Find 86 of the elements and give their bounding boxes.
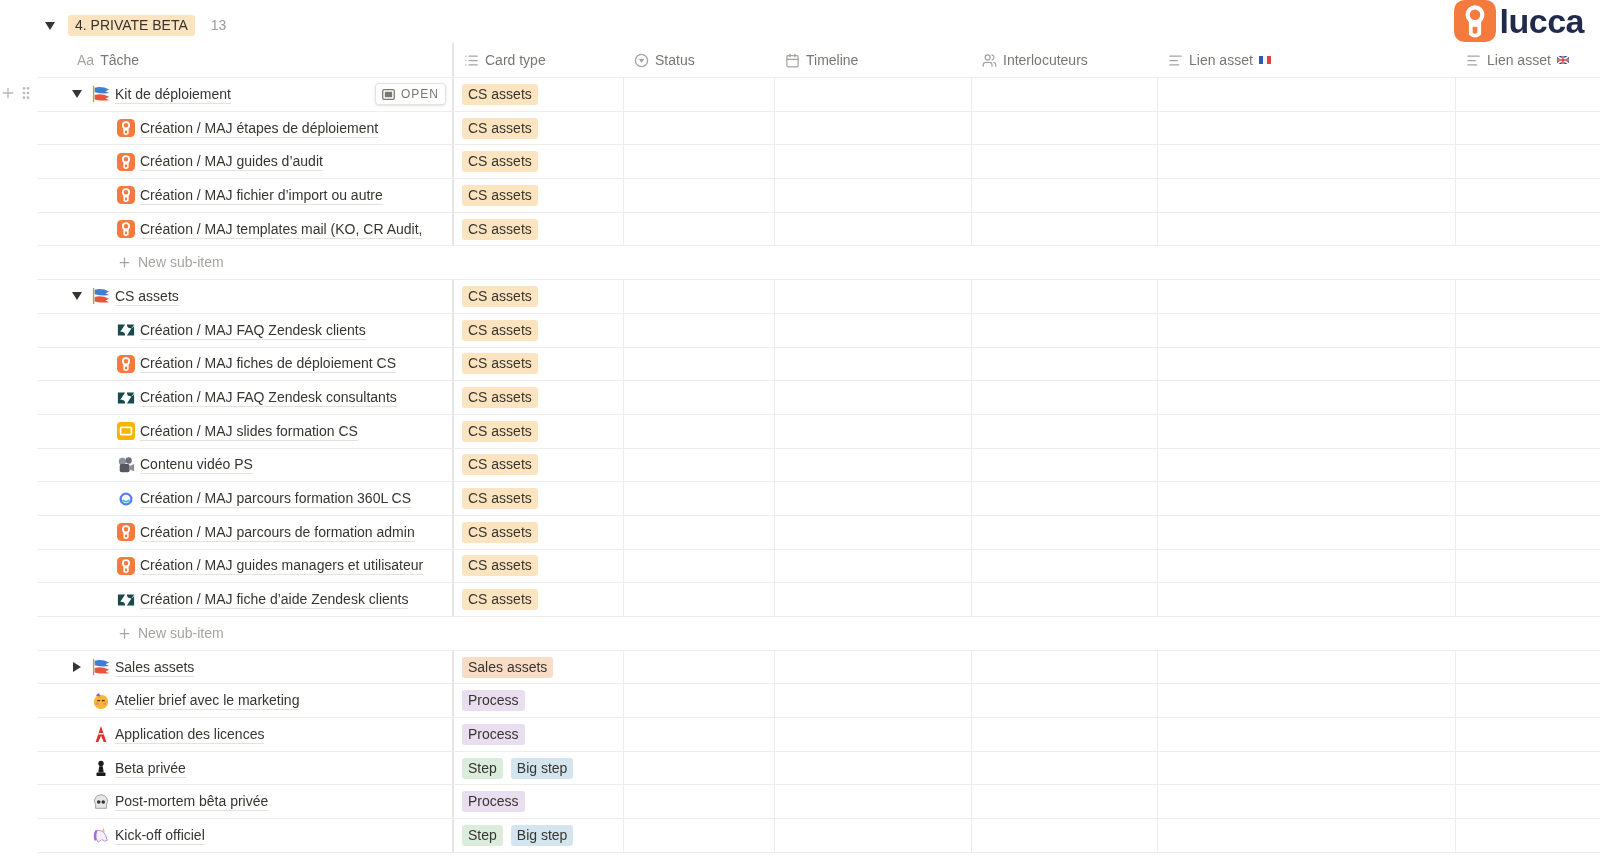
caret-icon[interactable] <box>72 89 82 100</box>
plus-icon <box>117 625 132 641</box>
film-camera-icon <box>117 455 135 474</box>
skull-icon <box>92 792 110 811</box>
tag: Sales assets <box>462 656 554 678</box>
tag: CS assets <box>462 285 538 307</box>
french-flag-icon <box>1258 56 1271 64</box>
task-title[interactable]: Création / MAJ parcours de formation admin <box>140 522 415 542</box>
tag: Big step <box>510 757 574 779</box>
caret-icon[interactable] <box>72 662 82 673</box>
lucca-logo-icon <box>117 186 135 205</box>
task-title[interactable]: Création / MAJ fiche d’aide Zendesk clients <box>140 590 409 610</box>
tag: CS assets <box>462 83 538 105</box>
text-lines-icon <box>1466 52 1481 68</box>
calendar-icon <box>785 52 800 68</box>
caret-icon[interactable] <box>72 291 82 302</box>
task-title[interactable]: Atelier brief avec le marketing <box>115 691 300 711</box>
tag: CS assets <box>462 353 538 375</box>
group-label: 4. PRIVATE BETA <box>68 15 195 36</box>
text-type-icon: Aa <box>77 49 95 71</box>
slides-icon <box>117 422 135 441</box>
carp-streamer-icon <box>92 658 110 677</box>
task-title[interactable]: Création / MAJ fiches de déploiement CS <box>140 354 396 374</box>
lucca-logo-icon <box>117 119 135 138</box>
task-title[interactable]: Kit de déploiement <box>115 84 231 104</box>
task-title[interactable]: Kick-off officiel <box>115 825 205 845</box>
column-header[interactable]: Card type <box>485 49 546 71</box>
list-icon <box>464 52 479 68</box>
panel-icon <box>382 88 395 100</box>
carp-streamer-icon <box>92 85 110 104</box>
lucca-logo-icon <box>117 556 135 575</box>
people-icon <box>982 52 997 68</box>
task-title[interactable]: Création / MAJ guides d’audit <box>140 152 323 172</box>
tag: Step <box>462 824 503 846</box>
unicorn-icon <box>92 826 110 845</box>
status-icon <box>634 52 649 68</box>
lucca-logo-icon <box>117 220 135 239</box>
tag: CS assets <box>462 454 538 476</box>
tag: CS assets <box>462 151 538 173</box>
british-flag-icon <box>1556 56 1569 64</box>
column-header[interactable]: Status <box>655 49 695 71</box>
tag: CS assets <box>462 218 538 240</box>
tag: Step <box>462 757 503 779</box>
task-title[interactable]: Contenu vidéo PS <box>140 455 253 475</box>
tag: CS assets <box>462 420 538 442</box>
lucca-logo-icon <box>117 354 135 373</box>
tag: CS assets <box>462 555 538 577</box>
tag: CS assets <box>462 319 538 341</box>
task-title[interactable]: CS assets <box>115 286 179 306</box>
tag: Process <box>462 690 525 712</box>
tag: CS assets <box>462 117 538 139</box>
task-title[interactable]: Création / MAJ slides formation CS <box>140 421 358 441</box>
task-title[interactable]: Création / MAJ guides managers et utilisateur <box>140 556 424 576</box>
task-title[interactable]: Sales assets <box>115 657 195 677</box>
group-count: 13 <box>210 16 227 35</box>
text-lines-icon <box>1168 52 1183 68</box>
lucca-logo-icon <box>117 152 135 171</box>
task-title[interactable]: Application des licences <box>115 724 265 744</box>
column-header[interactable]: Lien asset <box>1487 49 1551 71</box>
tag: CS assets <box>462 589 538 611</box>
tag: Process <box>462 723 525 745</box>
plus-icon <box>117 255 132 271</box>
open-button[interactable]: OPEN <box>375 83 446 105</box>
tag: CS assets <box>462 387 538 409</box>
task-title[interactable]: Création / MAJ fichier d’import ou autre <box>140 185 383 205</box>
column-header[interactable]: Interlocuteurs <box>1003 49 1088 71</box>
tag: CS assets <box>462 184 538 206</box>
party-face-icon <box>92 691 110 710</box>
tag: Big step <box>510 824 574 846</box>
task-title[interactable]: Beta privée <box>115 758 186 778</box>
lucca-logo-icon <box>117 523 135 542</box>
tag: Process <box>462 791 525 813</box>
task-title[interactable]: Création / MAJ FAQ Zendesk consultants <box>140 388 397 408</box>
tag: CS assets <box>462 521 538 543</box>
tag: CS assets <box>462 488 538 510</box>
task-title[interactable]: Création / MAJ étapes de déploiement <box>140 118 379 138</box>
task-title[interactable]: Création / MAJ parcours formation 360L CS <box>140 489 412 509</box>
task-title[interactable]: Post-mortem bêta privée <box>115 792 269 812</box>
column-header[interactable]: Lien asset <box>1189 49 1253 71</box>
task-title[interactable]: Création / MAJ FAQ Zendesk clients <box>140 320 366 340</box>
task-title[interactable]: Création / MAJ templates mail (KO, CR Audit, <box>140 219 423 239</box>
carp-streamer-icon <box>92 287 110 306</box>
brand-logo-text: lucca <box>1499 1 1584 41</box>
caret-icon[interactable] <box>45 20 55 31</box>
column-header[interactable]: Tâche <box>100 49 140 71</box>
column-header[interactable]: Timeline <box>806 49 859 71</box>
